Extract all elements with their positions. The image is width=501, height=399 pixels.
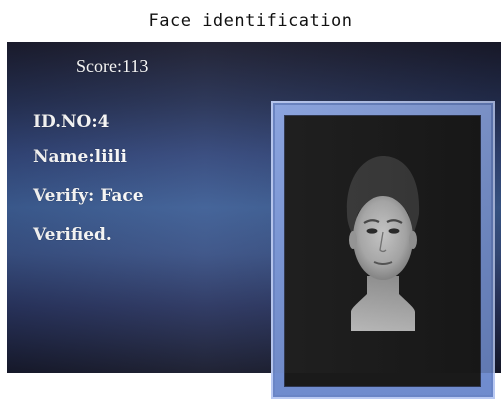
identification-panel: Score:113 ID.NO:4 Name:liili Verify: Fac… (7, 42, 501, 399)
verify-method-label: Verify: Face (33, 186, 144, 206)
page-title: Face identification (148, 11, 353, 31)
photo-frame (271, 101, 495, 399)
score-label: Score:113 (76, 56, 149, 76)
title-bar: Face identification (0, 0, 501, 42)
face-portrait-icon (346, 156, 420, 331)
id-number-label: ID.NO:4 (33, 112, 110, 132)
user-name-label: Name:liili (33, 147, 127, 167)
verified-status-label: Verified. (33, 225, 112, 245)
face-photo (285, 116, 480, 386)
